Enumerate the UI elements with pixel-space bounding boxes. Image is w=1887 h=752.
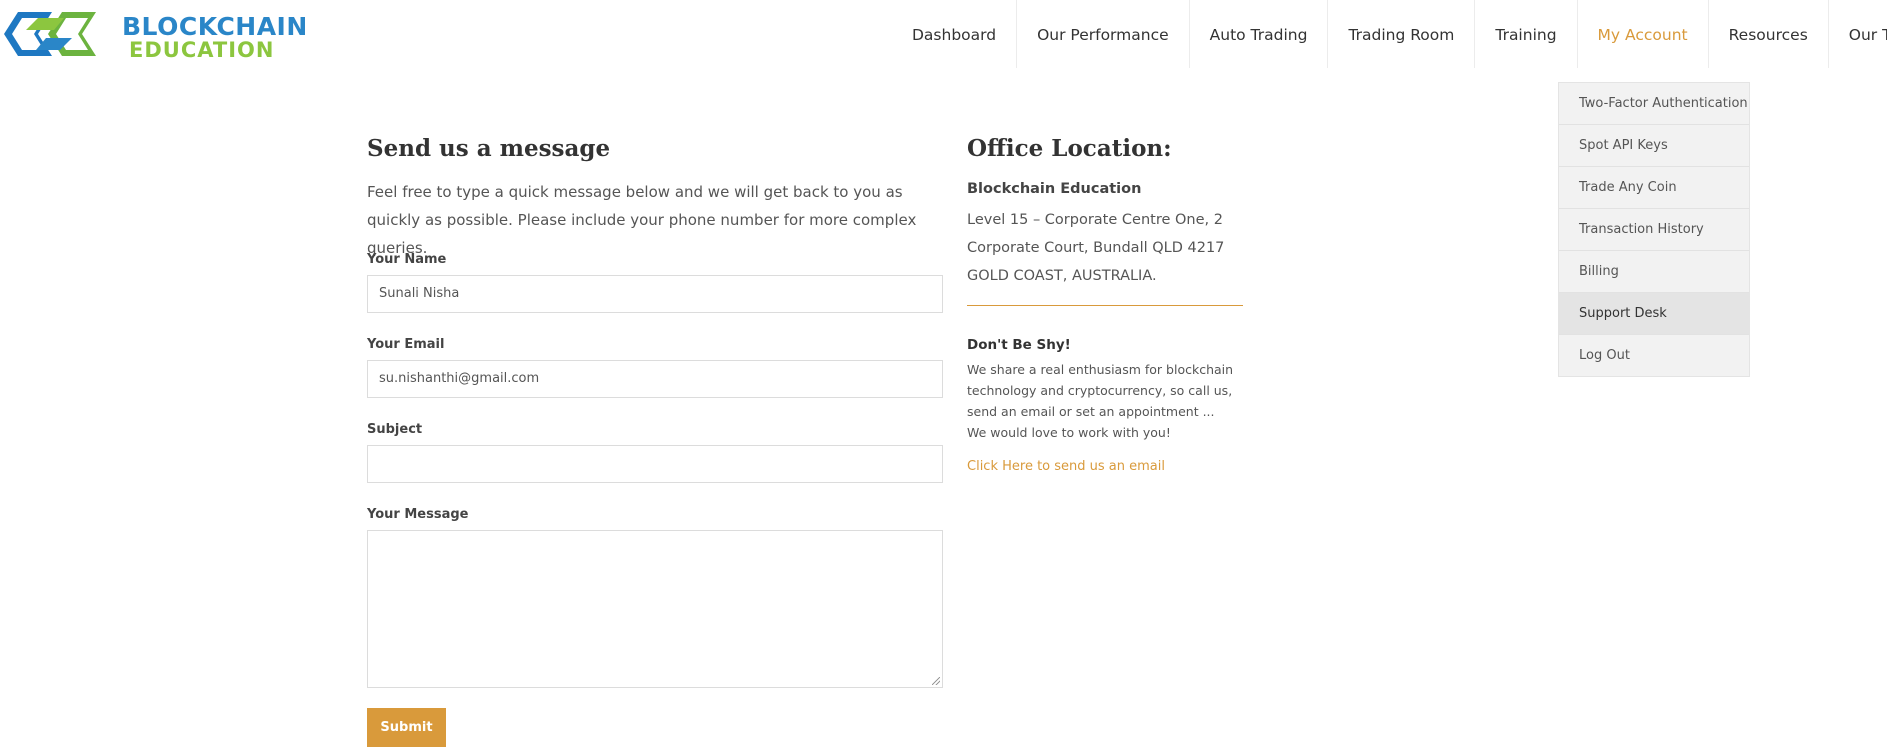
subject-input[interactable] xyxy=(367,445,943,483)
menu-item-two-factor-authentication[interactable]: Two-Factor Authentication xyxy=(1559,83,1749,125)
menu-item-billing[interactable]: Billing xyxy=(1559,251,1749,293)
send-email-link[interactable]: Click Here to send us an email xyxy=(967,459,1165,474)
message-label: Your Message xyxy=(367,507,469,522)
shy-text-line-2: We would love to work with you! xyxy=(967,425,1171,440)
nav-item-my-account[interactable]: My Account xyxy=(1578,0,1709,68)
message-textarea[interactable] xyxy=(367,530,943,688)
form-intro: Feel free to type a quick message below … xyxy=(367,183,917,257)
nav-item-training[interactable]: Training xyxy=(1475,0,1578,68)
menu-item-transaction-history[interactable]: Transaction History xyxy=(1559,209,1749,251)
nav-item-resources[interactable]: Resources xyxy=(1709,0,1829,68)
shy-text-line-1: We share a real enthusiasm for blockchai… xyxy=(967,362,1234,419)
shy-heading: Don't Be Shy! xyxy=(967,337,1071,353)
email-input[interactable]: su.nishanthi@gmail.com xyxy=(367,360,943,398)
form-heading: Send us a message xyxy=(367,135,611,162)
office-address: Level 15 – Corporate Centre One, 2 Corpo… xyxy=(967,212,1225,284)
office-heading: Office Location: xyxy=(967,135,1172,162)
email-label: Your Email xyxy=(367,337,445,352)
logo-text-education: EDUCATION xyxy=(129,38,275,62)
my-account-dropdown: Two-Factor Authentication Spot API Keys … xyxy=(1558,82,1750,377)
nav-item-dashboard[interactable]: Dashboard xyxy=(892,0,1018,68)
site-header: BLOCKCHAIN EDUCATION Dashboard Our Perfo… xyxy=(0,0,1887,68)
subject-label: Subject xyxy=(367,422,423,437)
main-nav: Dashboard Our Performance Auto Trading T… xyxy=(892,0,1887,68)
name-label: Your Name xyxy=(367,252,447,267)
site-logo[interactable]: BLOCKCHAIN EDUCATION xyxy=(0,4,307,68)
menu-item-log-out[interactable]: Log Out xyxy=(1559,335,1749,376)
office-divider xyxy=(967,305,1243,306)
menu-item-spot-api-keys[interactable]: Spot API Keys xyxy=(1559,125,1749,167)
shy-text: We share a real enthusiasm for blockchai… xyxy=(967,359,1252,443)
logo-text-blockchain: BLOCKCHAIN xyxy=(122,12,308,41)
office-name: Blockchain Education xyxy=(967,181,1142,197)
menu-item-trade-any-coin[interactable]: Trade Any Coin xyxy=(1559,167,1749,209)
nav-item-our-performance[interactable]: Our Performance xyxy=(1017,0,1190,68)
nav-item-our-team[interactable]: Our Team xyxy=(1829,0,1887,68)
nav-item-trading-room[interactable]: Trading Room xyxy=(1328,0,1476,68)
resize-handle-icon[interactable] xyxy=(932,677,940,685)
nav-item-auto-trading[interactable]: Auto Trading xyxy=(1190,0,1329,68)
menu-item-support-desk[interactable]: Support Desk xyxy=(1559,293,1749,335)
name-input[interactable]: Sunali Nisha xyxy=(367,275,943,313)
submit-button[interactable]: Submit xyxy=(367,708,446,747)
chain-link-logo-icon xyxy=(4,12,96,56)
